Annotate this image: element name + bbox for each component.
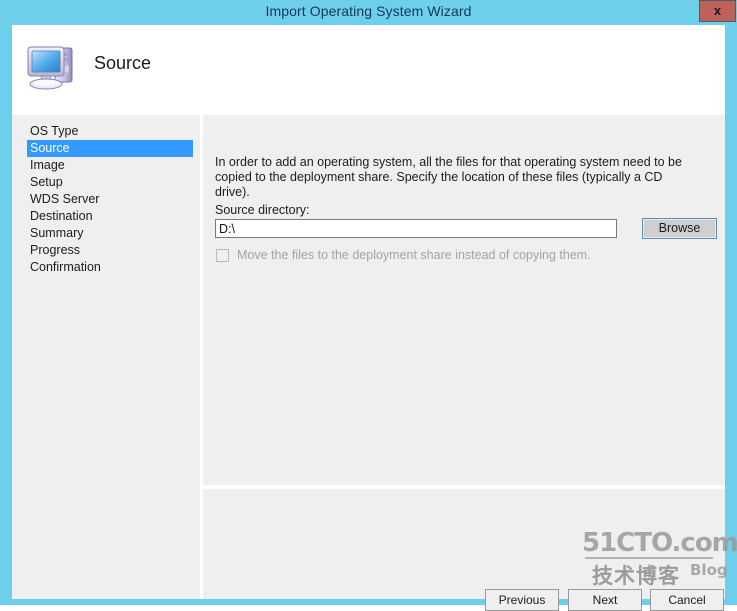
page-title: Source <box>94 53 152 73</box>
content-panel: In order to add an operating system, all… <box>203 115 725 485</box>
browse-button-label: Browse <box>643 219 716 238</box>
title-bar: Import Operating System Wizard x <box>0 0 737 25</box>
wizard-step-sidebar: OS Type Source Image Setup WDS Server De… <box>12 115 200 599</box>
sidebar-item-os-type[interactable]: OS Type <box>27 123 193 140</box>
window-title: Import Operating System Wizard <box>265 3 472 19</box>
sidebar-item-setup[interactable]: Setup <box>27 174 193 191</box>
wizard-window: Import Operating System Wizard x Source … <box>0 0 737 611</box>
sidebar-item-destination[interactable]: Destination <box>27 208 193 225</box>
window-body: Source OS Type Source Image Setup WDS Se… <box>12 25 725 611</box>
footer-panel: Previous Next Cancel <box>203 489 725 611</box>
source-directory-label: Source directory: <box>215 203 310 217</box>
source-directory-input[interactable] <box>215 219 617 238</box>
sidebar-item-image[interactable]: Image <box>27 157 193 174</box>
sidebar-item-summary[interactable]: Summary <box>27 225 193 242</box>
close-icon[interactable]: x <box>699 0 736 22</box>
next-button[interactable]: Next <box>568 589 642 611</box>
move-files-checkbox-label: Move the files to the deployment share i… <box>237 248 591 262</box>
previous-button[interactable]: Previous <box>485 589 559 611</box>
wizard-header: Source <box>12 25 725 111</box>
move-files-checkbox[interactable] <box>216 249 229 262</box>
instruction-text: In order to add an operating system, all… <box>215 155 682 199</box>
computer-icon <box>22 39 82 95</box>
cancel-button[interactable]: Cancel <box>650 589 724 611</box>
sidebar-item-wds-server[interactable]: WDS Server <box>27 191 193 208</box>
browse-button[interactable]: Browse <box>642 218 717 239</box>
sidebar-item-progress[interactable]: Progress <box>27 242 193 259</box>
sidebar-item-confirmation[interactable]: Confirmation <box>27 259 193 276</box>
sidebar-item-source[interactable]: Source <box>27 140 193 157</box>
